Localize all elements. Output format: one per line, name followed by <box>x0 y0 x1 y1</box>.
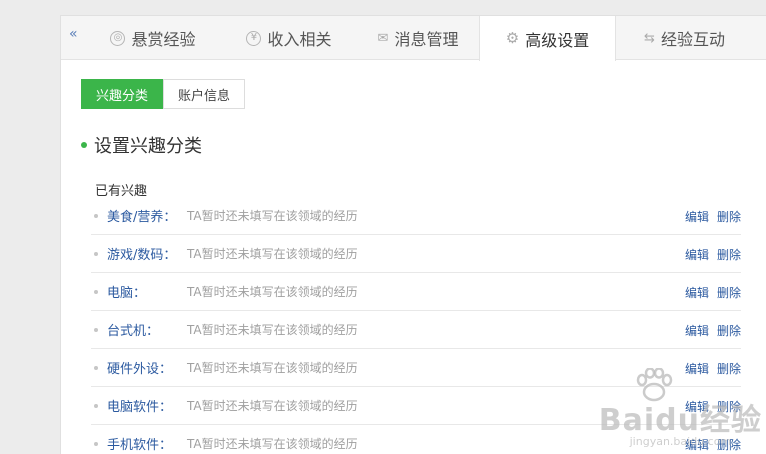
edit-link[interactable]: 编辑 <box>685 398 709 415</box>
edit-link[interactable]: 编辑 <box>685 360 709 377</box>
coin-icon: ◎ <box>110 30 126 46</box>
list-item: 手机软件： TA暂时还未填写在该领域的经历 编辑 删除 <box>91 425 741 454</box>
tab-label: 悬赏经验 <box>131 30 196 49</box>
subtab-interest-category[interactable]: 兴趣分类 <box>81 79 164 109</box>
tab-label: 经验互动 <box>660 30 725 49</box>
interest-name: 美食/营养： <box>107 210 177 225</box>
list-item: 台式机： TA暂时还未填写在该领域的经历 编辑 删除 <box>91 311 741 349</box>
section-title-text: 设置兴趣分类 <box>94 136 202 157</box>
interest-desc: TA暂时还未填写在该领域的经历 <box>187 209 358 223</box>
interest-name: 电脑软件： <box>107 400 173 415</box>
gear-icon: ⚙ <box>505 29 520 47</box>
row-actions: 编辑 删除 <box>677 235 741 273</box>
bullet-dot <box>81 142 87 148</box>
interest-desc: TA暂时还未填写在该领域的经历 <box>187 285 358 299</box>
interest-desc: TA暂时还未填写在该领域的经历 <box>187 323 358 337</box>
edit-link[interactable]: 编辑 <box>685 322 709 339</box>
row-actions: 编辑 删除 <box>677 349 741 387</box>
delete-link[interactable]: 删除 <box>717 246 741 263</box>
list-bullet <box>94 365 98 370</box>
mail-icon: ✉ <box>377 30 389 46</box>
interest-name: 电脑： <box>107 286 147 301</box>
tab-label: 高级设置 <box>525 30 590 50</box>
row-actions: 编辑 删除 <box>677 387 741 425</box>
list-bullet <box>94 213 98 218</box>
tab-bounty-experience[interactable]: ◎ 悬赏经验 <box>85 16 221 60</box>
list-bullet <box>94 251 98 256</box>
list-item: 美食/营养： TA暂时还未填写在该领域的经历 编辑 删除 <box>91 197 741 235</box>
subtab-group: 兴趣分类 账户信息 <box>81 79 246 109</box>
tab-messages[interactable]: ✉ 消息管理 <box>357 16 479 60</box>
settings-panel: « ◎ 悬赏经验 ¥ 收入相关 ✉ 消息管理 ⚙ 高级设置 ⇆ 经验互动 兴趣分… <box>60 15 766 454</box>
interest-name: 手机软件： <box>107 438 173 453</box>
interest-desc: TA暂时还未填写在该领域的经历 <box>187 361 358 375</box>
interest-name: 台式机： <box>107 324 160 339</box>
row-actions: 编辑 删除 <box>677 197 741 235</box>
tab-label: 消息管理 <box>394 30 459 49</box>
yen-icon: ¥ <box>246 30 262 46</box>
tab-income[interactable]: ¥ 收入相关 <box>221 16 357 60</box>
interest-name: 游戏/数码： <box>107 248 177 263</box>
interest-name: 硬件外设： <box>107 362 173 377</box>
row-actions: 编辑 删除 <box>677 311 741 349</box>
list-bullet <box>94 403 98 408</box>
list-item: 游戏/数码： TA暂时还未填写在该领域的经历 编辑 删除 <box>91 235 741 273</box>
subtab-account-info[interactable]: 账户信息 <box>163 79 246 109</box>
tab-label: 收入相关 <box>267 30 332 49</box>
tab-bar: « ◎ 悬赏经验 ¥ 收入相关 ✉ 消息管理 ⚙ 高级设置 ⇆ 经验互动 <box>61 16 766 61</box>
interest-list: 美食/营养： TA暂时还未填写在该领域的经历 编辑 删除 游戏/数码： TA暂时… <box>91 197 741 454</box>
list-item: 电脑： TA暂时还未填写在该领域的经历 编辑 删除 <box>91 273 741 311</box>
interest-desc: TA暂时还未填写在该领域的经历 <box>187 437 358 451</box>
edit-link[interactable]: 编辑 <box>685 436 709 453</box>
tab-experience-interaction[interactable]: ⇆ 经验互动 <box>616 16 753 60</box>
row-actions: 编辑 删除 <box>677 425 741 454</box>
collapse-icon[interactable]: « <box>69 26 78 42</box>
delete-link[interactable]: 删除 <box>717 208 741 225</box>
row-actions: 编辑 删除 <box>677 273 741 311</box>
list-bullet <box>94 289 98 294</box>
list-item: 硬件外设： TA暂时还未填写在该领域的经历 编辑 删除 <box>91 349 741 387</box>
interest-desc: TA暂时还未填写在该领域的经历 <box>187 247 358 261</box>
exchange-icon: ⇆ <box>644 30 655 46</box>
edit-link[interactable]: 编辑 <box>685 246 709 263</box>
edit-link[interactable]: 编辑 <box>685 208 709 225</box>
delete-link[interactable]: 删除 <box>717 360 741 377</box>
delete-link[interactable]: 删除 <box>717 322 741 339</box>
section-title: 设置兴趣分类 <box>81 132 202 158</box>
list-item: 电脑软件： TA暂时还未填写在该领域的经历 编辑 删除 <box>91 387 741 425</box>
delete-link[interactable]: 删除 <box>717 436 741 453</box>
tab-advanced-settings[interactable]: ⚙ 高级设置 <box>479 16 616 61</box>
list-bullet <box>94 327 98 332</box>
delete-link[interactable]: 删除 <box>717 398 741 415</box>
list-bullet <box>94 441 98 446</box>
delete-link[interactable]: 删除 <box>717 284 741 301</box>
edit-link[interactable]: 编辑 <box>685 284 709 301</box>
interest-desc: TA暂时还未填写在该领域的经历 <box>187 399 358 413</box>
